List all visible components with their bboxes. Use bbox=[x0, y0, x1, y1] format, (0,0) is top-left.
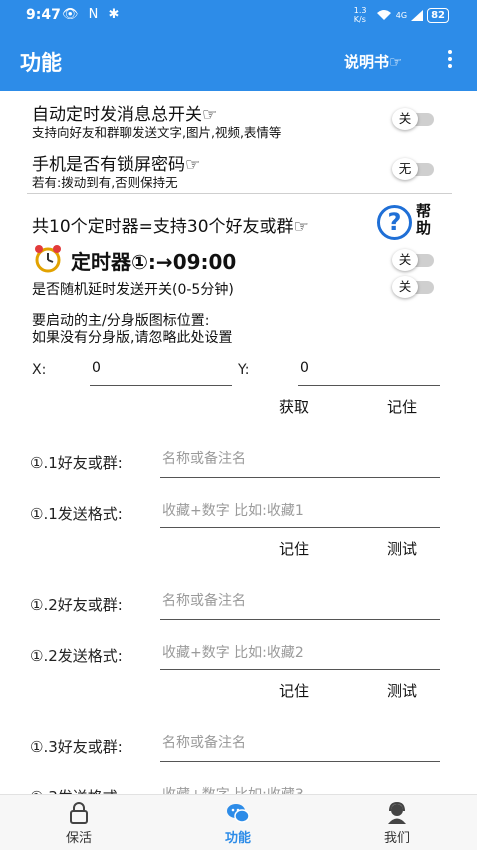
save-position-button[interactable]: 记住 bbox=[387, 396, 417, 417]
bottom-nav: 保活 功能 我们 bbox=[0, 794, 477, 850]
toggle-thumb: 关 bbox=[392, 249, 418, 271]
nav-label: 我们 bbox=[383, 831, 410, 846]
entry-test-button[interactable]: 测试 bbox=[387, 680, 417, 701]
friend-placeholder: 名称或备注名 bbox=[162, 735, 246, 751]
friend-label: ①.2好友或群: bbox=[30, 596, 123, 614]
lock-password-toggle[interactable]: 无 bbox=[392, 158, 434, 180]
auto-send-toggle[interactable]: 关 bbox=[392, 108, 434, 130]
format-label: ①.1发送格式: bbox=[30, 505, 123, 523]
lock-icon bbox=[70, 802, 88, 824]
x-value: 0 bbox=[92, 360, 101, 376]
random-delay-label: 是否随机延时发送开关(0-5分钟) bbox=[32, 282, 234, 298]
chat-icon bbox=[227, 804, 250, 823]
icon-position-desc2: 如果没有分身版,请忽略此处设置 bbox=[32, 330, 233, 346]
battery-icon: 82 bbox=[427, 7, 449, 23]
status-notification-icons: 👁 N ✱ bbox=[62, 7, 123, 22]
nav-label: 功能 bbox=[224, 831, 251, 846]
lock-password-desc: 若有:拨动到有,否则保持无 bbox=[32, 175, 178, 190]
friend-input[interactable]: 名称或备注名 bbox=[160, 448, 440, 478]
timer1-toggle[interactable]: 关 bbox=[392, 249, 434, 271]
friend-label: ①.1好友或群: bbox=[30, 454, 123, 472]
network-speed: 1.3 K/s bbox=[353, 6, 367, 24]
toggle-thumb: 关 bbox=[392, 108, 418, 130]
nav-item-about[interactable]: 我们 bbox=[347, 795, 447, 850]
wifi-icon bbox=[376, 10, 391, 20]
auto-send-desc: 支持向好友和群聊发送文字,图片,视频,表情等 bbox=[32, 125, 282, 140]
more-options-icon[interactable] bbox=[444, 47, 456, 75]
signal-bars-icon bbox=[411, 9, 424, 21]
friend-placeholder: 名称或备注名 bbox=[162, 593, 246, 609]
support-agent-icon bbox=[388, 801, 406, 824]
nav-label: 保活 bbox=[65, 831, 92, 846]
format-input[interactable]: 收藏+数字 比如:收藏2 bbox=[160, 642, 440, 670]
entry-save-button[interactable]: 记住 bbox=[279, 680, 309, 701]
friend-placeholder: 名称或备注名 bbox=[162, 451, 246, 467]
get-position-button[interactable]: 获取 bbox=[279, 396, 309, 417]
alarm-clock-icon bbox=[35, 245, 61, 273]
format-placeholder: 收藏+数字 比如:收藏1 bbox=[162, 503, 304, 519]
nav-item-features[interactable]: 功能 bbox=[188, 795, 288, 850]
manual-button[interactable]: 说明书☞ bbox=[344, 51, 402, 72]
friend-input[interactable]: 名称或备注名 bbox=[160, 732, 440, 762]
y-label: Y: bbox=[238, 362, 250, 378]
toggle-thumb: 无 bbox=[392, 158, 418, 180]
timer1-title: 定时器①:→09:00 bbox=[71, 250, 237, 274]
entry-test-button[interactable]: 测试 bbox=[387, 538, 417, 559]
status-time: 9:47 bbox=[26, 7, 61, 23]
help-circle-icon[interactable]: ? bbox=[377, 205, 412, 240]
friend-input[interactable]: 名称或备注名 bbox=[160, 590, 440, 620]
nav-item-keepalive[interactable]: 保活 bbox=[29, 795, 129, 850]
format-input[interactable]: 收藏+数字 比如:收藏1 bbox=[160, 500, 440, 528]
section-divider bbox=[27, 193, 452, 194]
app-bar: 功能 说明书☞ bbox=[0, 33, 477, 91]
status-bar: 9:47 👁 N ✱ 1.3 K/s 4G 82 bbox=[0, 0, 477, 33]
y-input[interactable]: 0 bbox=[298, 360, 440, 386]
page-title: 功能 bbox=[20, 51, 62, 75]
x-input[interactable]: 0 bbox=[90, 360, 232, 386]
format-label: ①.2发送格式: bbox=[30, 647, 123, 665]
y-value: 0 bbox=[300, 360, 309, 376]
entry-save-button[interactable]: 记住 bbox=[279, 538, 309, 559]
signal-icon: 4G bbox=[395, 10, 408, 20]
friend-label: ①.3好友或群: bbox=[30, 738, 123, 756]
x-label: X: bbox=[32, 362, 47, 378]
status-right-icons: 1.3 K/s 4G 82 bbox=[354, 6, 449, 24]
toggle-thumb: 关 bbox=[392, 276, 418, 298]
timers-header-title: 共10个定时器=支持30个好友或群☞ bbox=[32, 217, 309, 237]
random-delay-toggle[interactable]: 关 bbox=[392, 276, 434, 298]
format-placeholder: 收藏+数字 比如:收藏2 bbox=[162, 645, 304, 661]
help-label[interactable]: 帮助 bbox=[416, 203, 436, 237]
